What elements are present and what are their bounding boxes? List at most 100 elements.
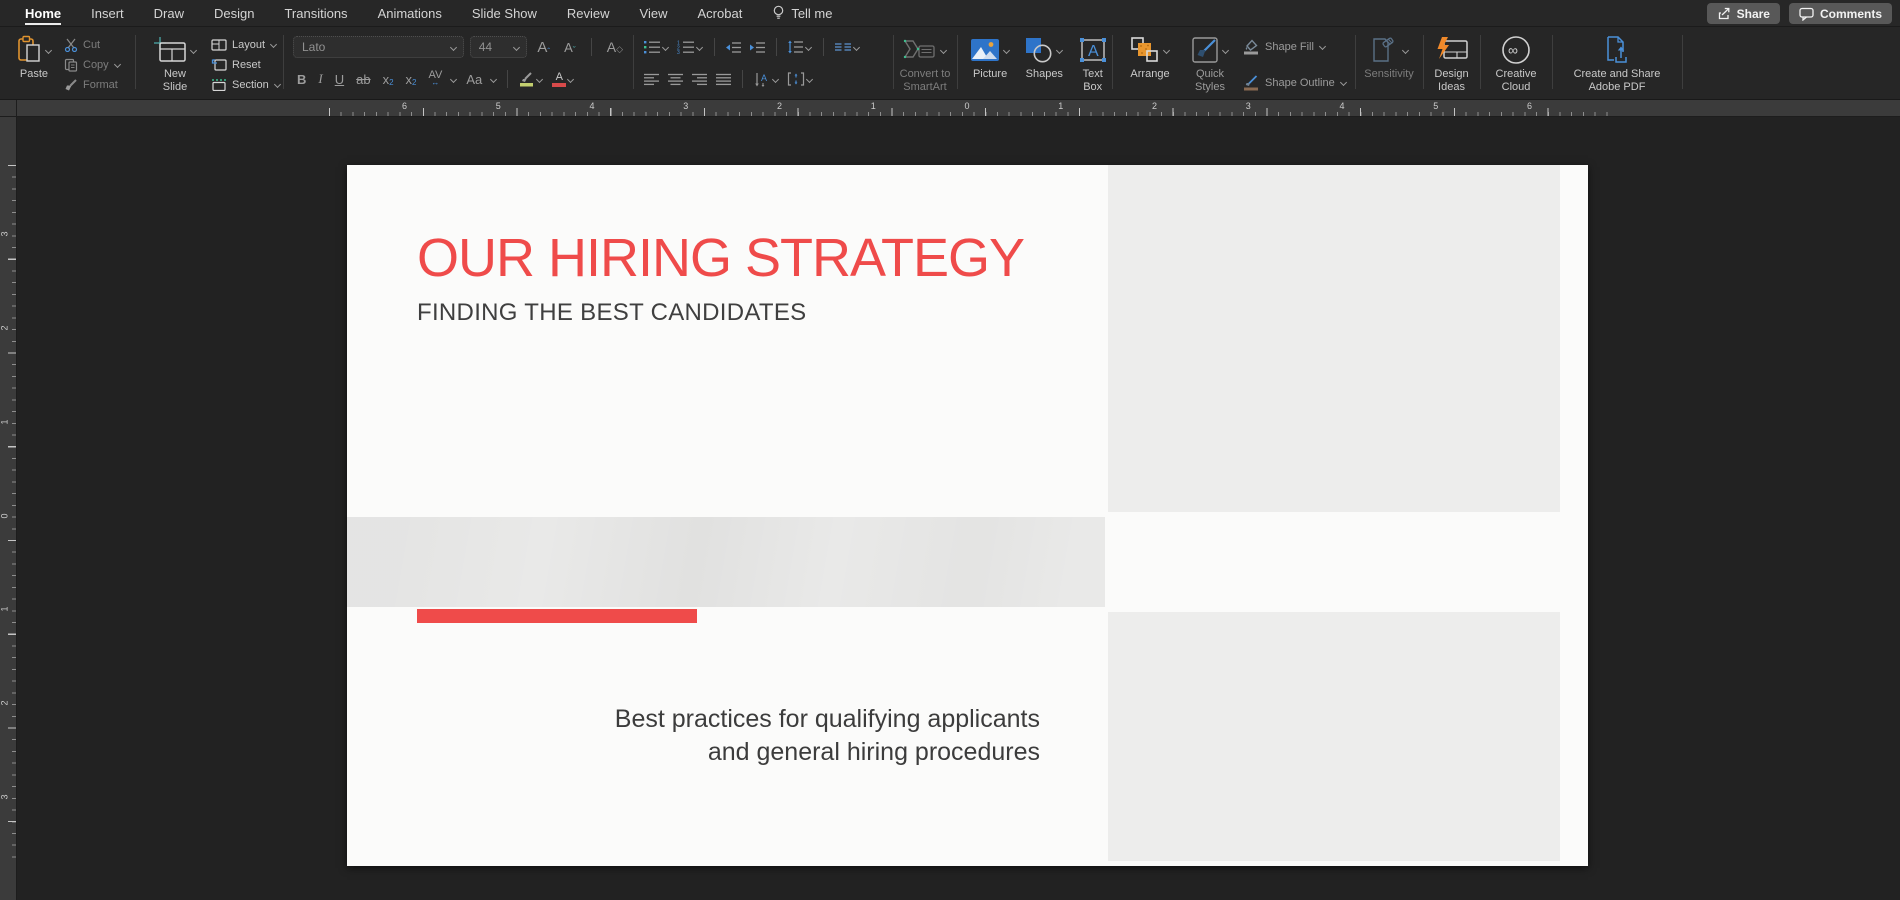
shapes-button[interactable]: Shapes: [1019, 32, 1069, 99]
font-color-icon: A: [552, 72, 566, 87]
underline-button[interactable]: U: [331, 72, 348, 87]
columns-button[interactable]: [832, 41, 863, 53]
new-slide-button[interactable]: New Slide: [147, 32, 203, 99]
reset-button[interactable]: Reset: [211, 56, 282, 73]
font-family-select[interactable]: Lato: [293, 36, 464, 58]
character-spacing-button[interactable]: AV ↔: [425, 71, 447, 86]
divider: [714, 38, 715, 56]
section-icon: [211, 79, 227, 91]
slide[interactable]: OUR HIRING STRATEGY FINDING THE BEST CAN…: [347, 165, 1588, 866]
menu-item-design[interactable]: Design: [199, 0, 269, 26]
smartart-icon: [903, 38, 937, 62]
menu-item-review[interactable]: Review: [552, 0, 625, 26]
reset-icon: [211, 58, 227, 71]
menu-label: Insert: [91, 6, 124, 21]
subscript-button[interactable]: x2: [402, 72, 421, 87]
change-case-button[interactable]: Aa: [462, 72, 486, 87]
v-ruler-number: 3: [0, 232, 10, 237]
h-ruler-number: 2: [1152, 101, 1157, 111]
text-direction-button[interactable]: A: [751, 72, 782, 87]
menu-item-draw[interactable]: Draw: [139, 0, 199, 26]
share-button[interactable]: Share: [1707, 3, 1780, 24]
align-text-button[interactable]: [785, 72, 816, 86]
menu-label: View: [640, 6, 668, 21]
strikethrough-button[interactable]: ab: [352, 72, 374, 87]
picture-button[interactable]: Picture: [965, 32, 1015, 99]
workspace: 6543210123456 3210123 OUR HIRING STRATEG…: [0, 100, 1900, 900]
menu-item-slide-show[interactable]: Slide Show: [457, 0, 552, 26]
menu-item-home[interactable]: Home: [10, 0, 76, 26]
menu-item-transitions[interactable]: Transitions: [269, 0, 362, 26]
chevron-down-icon: [450, 76, 458, 83]
align-center-button[interactable]: [665, 73, 686, 86]
arrange-button[interactable]: Arrange: [1122, 32, 1178, 99]
shape-outline-button[interactable]: Shape Outline: [1242, 74, 1348, 91]
font-size-select[interactable]: 44: [470, 36, 528, 58]
convert-to-smartart-button[interactable]: Convert to SmartArt: [893, 32, 957, 99]
accent-bar[interactable]: [417, 609, 697, 623]
italic-letter: I: [318, 71, 322, 87]
menu-item-animations[interactable]: Animations: [363, 0, 457, 26]
divider: [507, 70, 508, 88]
clear-formatting-button[interactable]: A◇: [603, 39, 627, 55]
bullets-button[interactable]: [641, 40, 672, 54]
adobe-pdf-label: Create and Share Adobe PDF: [1562, 68, 1672, 94]
paste-button[interactable]: Paste: [10, 32, 58, 99]
shape-fill-button[interactable]: Shape Fill: [1242, 38, 1348, 55]
section-button[interactable]: Section: [211, 76, 282, 93]
paste-clipboard-icon: [16, 35, 42, 65]
comments-button[interactable]: Comments: [1789, 3, 1892, 24]
align-right-button[interactable]: [689, 73, 710, 86]
menu-item-view[interactable]: View: [625, 0, 683, 26]
cut-scissors-icon: [64, 38, 78, 52]
format-painter-button[interactable]: Format: [64, 76, 122, 93]
design-ideas-button[interactable]: Design Ideas: [1423, 32, 1480, 99]
create-share-adobe-pdf-button[interactable]: Create and Share Adobe PDF: [1552, 32, 1682, 99]
grow-font-button[interactable]: Aˆ: [533, 39, 554, 56]
arrange-label: Arrange: [1130, 68, 1169, 81]
bold-letter: B: [297, 72, 306, 87]
highlighter-icon: [519, 71, 535, 87]
cut-button[interactable]: Cut: [64, 36, 122, 53]
shapes-icon: [1025, 37, 1053, 63]
chevron-down-icon: [270, 41, 278, 48]
menu-item-acrobat[interactable]: Acrobat: [683, 0, 758, 26]
slide-title-text[interactable]: OUR HIRING STRATEGY: [417, 227, 1024, 289]
numbering-icon: 123: [677, 40, 695, 54]
photo-strip-placeholder[interactable]: [347, 517, 1105, 607]
layout-button[interactable]: Layout: [211, 36, 282, 53]
creative-cloud-button[interactable]: ∞ Creative Cloud: [1480, 32, 1552, 99]
placeholder-box-top-right[interactable]: [1108, 165, 1560, 512]
italic-button[interactable]: I: [314, 71, 326, 87]
quick-styles-button[interactable]: Quick Styles: [1186, 32, 1234, 99]
text-box-icon: A: [1079, 37, 1107, 63]
increase-indent-button[interactable]: [747, 41, 768, 54]
v-ruler-number: 2: [0, 700, 10, 705]
menu-label: Tell me: [791, 6, 832, 21]
divider: [591, 38, 592, 56]
shrink-font-button[interactable]: Aˇ: [560, 40, 580, 55]
highlight-color-button[interactable]: [517, 71, 546, 87]
chevron-down-icon: [940, 47, 948, 54]
slide-subtitle-text[interactable]: FINDING THE BEST CANDIDATES: [417, 299, 807, 327]
font-color-button[interactable]: A: [550, 72, 577, 87]
line-spacing-button[interactable]: [785, 40, 815, 54]
numbering-button[interactable]: 123: [675, 40, 706, 54]
align-left-button[interactable]: [641, 73, 662, 86]
sensitivity-group: Sensitivity: [1355, 27, 1423, 99]
text-box-button[interactable]: A Text Box: [1073, 32, 1112, 99]
bold-button[interactable]: B: [293, 72, 310, 87]
creative-cloud-group: ∞ Creative Cloud: [1480, 27, 1552, 99]
justify-button[interactable]: [713, 73, 734, 86]
h-ruler-number: 6: [1527, 101, 1532, 111]
decrease-indent-button[interactable]: [723, 41, 744, 54]
slide-body-text[interactable]: Best practices for qualifying applicants…: [420, 703, 1040, 769]
menu-item-insert[interactable]: Insert: [76, 0, 139, 26]
sensitivity-button[interactable]: Sensitivity: [1355, 32, 1423, 99]
copy-button[interactable]: Copy: [64, 56, 122, 73]
font-family-value: Lato: [302, 40, 325, 54]
grow-caret-icon: ˆ: [547, 47, 550, 56]
menu-item-tell-me[interactable]: Tell me: [757, 0, 847, 26]
placeholder-box-bottom-right[interactable]: [1108, 612, 1560, 861]
superscript-button[interactable]: x2: [379, 72, 398, 87]
